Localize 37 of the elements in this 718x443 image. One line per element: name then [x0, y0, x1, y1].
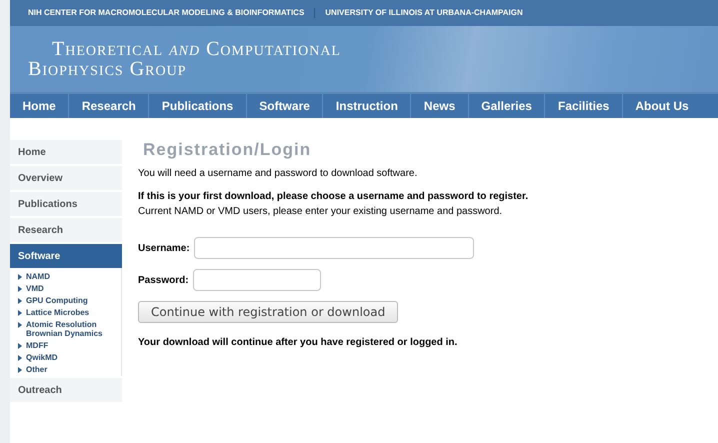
page-heading: Registration/Login	[142, 140, 312, 160]
field-label: Username:	[138, 242, 190, 256]
first-download-text: If this is your first download, please choose a username and password to register.	[138, 190, 530, 204]
sidebar-subitem[interactable]: Other	[10, 365, 121, 374]
password-field[interactable]	[192, 269, 321, 291]
sidebar-item[interactable]: Publications	[10, 192, 122, 216]
nav-tab[interactable]: About Us	[622, 94, 702, 118]
nav-tab[interactable]: Galleries	[468, 94, 544, 118]
sidebar-subitem[interactable]: NAMD	[10, 272, 121, 281]
field-label: Password:	[138, 274, 189, 288]
banner-title: Biophysics Group	[28, 59, 186, 79]
current-users-text: Current NAMD or VMD users, please enter your existing username and password.	[138, 205, 504, 219]
sidebar-item[interactable]: Outreach	[10, 378, 122, 402]
sidebar-subitem[interactable]: GPU Computing	[10, 296, 121, 305]
nav-tab[interactable]: Home	[10, 94, 68, 118]
nav-tab[interactable]: Instruction	[322, 94, 410, 118]
nav-tab[interactable]: Publications	[148, 94, 246, 118]
top-bar-link[interactable]: NIH CENTER FOR MACROMOLECULAR MODELING & BIOINFORMATICS	[28, 7, 304, 19]
sidebar-item[interactable]: Overview	[10, 166, 122, 190]
intro-text: You will need a username and password to download software.	[138, 167, 418, 181]
nav-tab[interactable]: Software	[246, 94, 322, 118]
username-field[interactable]	[194, 237, 474, 259]
sidebar-item[interactable]: Home	[10, 140, 122, 164]
nav-tab[interactable]: Research	[68, 94, 148, 118]
banner-title: Theoretical and Computational	[51, 39, 341, 59]
sidebar-subitem[interactable]: QwikMD	[10, 353, 121, 362]
sidebar-subitem[interactable]: MDFF	[10, 341, 121, 350]
top-bar-link[interactable]: UNIVERSITY OF ILLINOIS AT URBANA-CHAMPAIGN	[325, 7, 523, 19]
sidebar-subitem[interactable]: Atomic Resolution Brownian Dynamics	[10, 320, 121, 338]
download-note: Your download will continue after you have registered or logged in.	[138, 336, 458, 350]
sidebar-item[interactable]: Software	[10, 244, 122, 268]
continue-button[interactable]: Continue with registration or download	[138, 301, 398, 323]
sidebar-subitem[interactable]: Lattice Microbes	[10, 308, 121, 317]
nav-tab[interactable]: News	[410, 94, 468, 118]
sidebar-subitem[interactable]: VMD	[10, 284, 121, 293]
sidebar-item[interactable]: Research	[10, 218, 122, 242]
nav-tab[interactable]: Facilities	[544, 94, 622, 118]
